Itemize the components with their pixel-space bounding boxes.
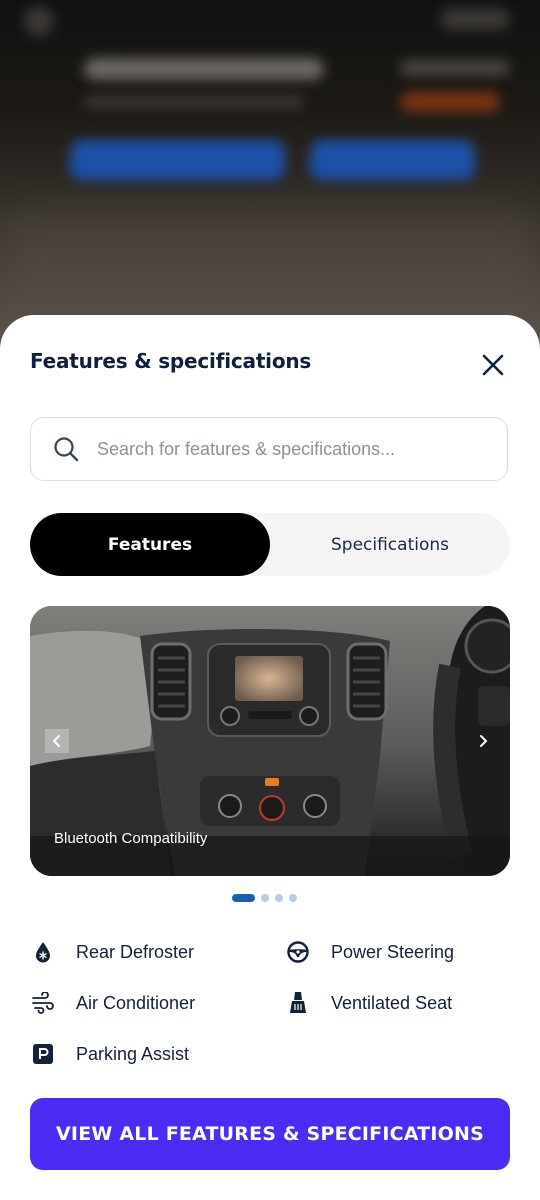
parking-icon [30,1041,56,1067]
feature-item-power-steering: Power Steering [285,937,454,967]
features-bottom-sheet: Features & specifications Features Speci… [0,315,540,1200]
carousel-pagination [232,894,297,902]
chevron-right-icon [480,735,488,747]
close-button[interactable] [476,348,510,382]
feature-item-rear-defroster: Rear Defroster [30,937,194,967]
chevron-left-icon [52,735,60,747]
search-input[interactable] [95,437,479,461]
search-box[interactable] [30,417,508,481]
carousel-next-button[interactable] [471,729,495,753]
steering-wheel-icon [285,939,311,965]
close-icon [482,354,504,376]
pagination-dot[interactable] [289,894,297,902]
feature-item-air-conditioner: Air Conditioner [30,988,195,1018]
air-conditioner-icon [30,990,56,1016]
feature-item-parking-assist: Parking Assist [30,1039,189,1069]
sheet-title: Features & specifications [30,349,312,373]
tab-features[interactable]: Features [30,513,270,576]
defroster-icon [30,939,56,965]
feature-image-carousel[interactable]: Bluetooth Compatibility [30,606,510,876]
background-page-blurred [0,0,540,360]
ventilated-seat-icon [285,990,311,1016]
feature-label: Rear Defroster [76,941,195,962]
tab-specifications[interactable]: Specifications [270,513,510,576]
feature-label: Parking Assist [76,1043,190,1064]
carousel-prev-button[interactable] [45,729,69,753]
pagination-dot[interactable] [261,894,269,902]
view-all-features-button[interactable]: VIEW ALL FEATURES & SPECIFICATIONS [30,1098,510,1170]
pagination-dot[interactable] [275,894,283,902]
feature-label: Air Conditioner [76,992,196,1013]
feature-label: Power Steering [331,941,455,962]
feature-label: Ventilated Seat [331,992,453,1013]
search-icon [54,437,79,462]
tab-switcher: Features Specifications [30,513,510,576]
feature-item-ventilated-seat: Ventilated Seat [285,988,452,1018]
slide-caption: Bluetooth Compatibility [54,830,208,847]
pagination-dot[interactable] [232,894,255,902]
